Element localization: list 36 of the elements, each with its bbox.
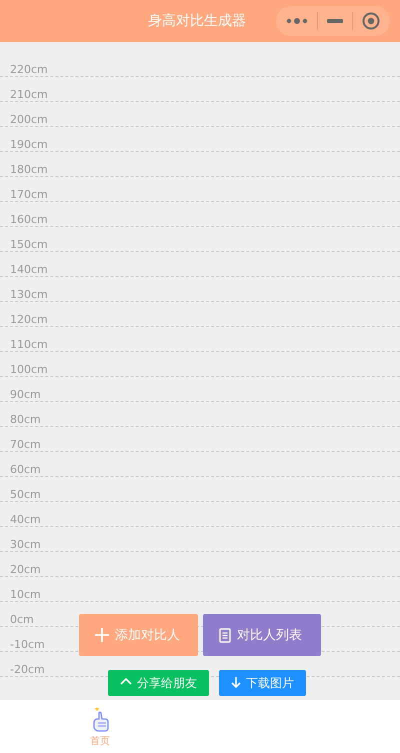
ruler-label: 160cm <box>9 213 48 226</box>
ruler-label: 110cm <box>9 338 48 351</box>
ruler-label: 140cm <box>9 263 48 276</box>
ruler-label: 190cm <box>9 138 48 151</box>
page-title: 身高对比生成器 <box>148 12 246 30</box>
ruler-label: 90cm <box>9 388 41 401</box>
document-icon <box>219 628 231 642</box>
ruler-label: 70cm <box>9 438 41 451</box>
ruler-label: 10cm <box>9 588 41 601</box>
ruler-label: -10cm <box>9 638 45 651</box>
ruler-label: 80cm <box>9 413 41 426</box>
ruler-label: 200cm <box>9 113 48 126</box>
ruler-label: 0cm <box>9 613 34 626</box>
ruler-label: 170cm <box>9 188 48 201</box>
more-icon[interactable] <box>286 17 308 25</box>
download-button[interactable]: 下载图片 <box>219 670 306 696</box>
share-button[interactable]: 分享给朋友 <box>108 670 209 696</box>
download-icon <box>231 677 241 689</box>
ruler-label: 60cm <box>9 463 41 476</box>
plus-icon <box>95 628 109 642</box>
ruler-label: -20cm <box>9 663 45 676</box>
ruler-label: 210cm <box>9 88 48 101</box>
ruler-label: 150cm <box>9 238 48 251</box>
add-person-button[interactable]: 添加对比人 <box>79 614 198 656</box>
ruler-label: 130cm <box>9 288 48 301</box>
ruler-label: 40cm <box>9 513 41 526</box>
ruler-label: 180cm <box>9 163 48 176</box>
ruler-label: 50cm <box>9 488 41 501</box>
person-list-button[interactable]: 对比人列表 <box>203 614 321 656</box>
ruler-label: 30cm <box>9 538 41 551</box>
ruler-label: 220cm <box>9 63 48 76</box>
ruler-label: 20cm <box>9 563 41 576</box>
home-tab[interactable]: 首页 <box>0 700 200 753</box>
ruler-label: 100cm <box>9 363 48 376</box>
close-icon[interactable] <box>362 12 380 30</box>
ruler-label: 120cm <box>9 313 48 326</box>
